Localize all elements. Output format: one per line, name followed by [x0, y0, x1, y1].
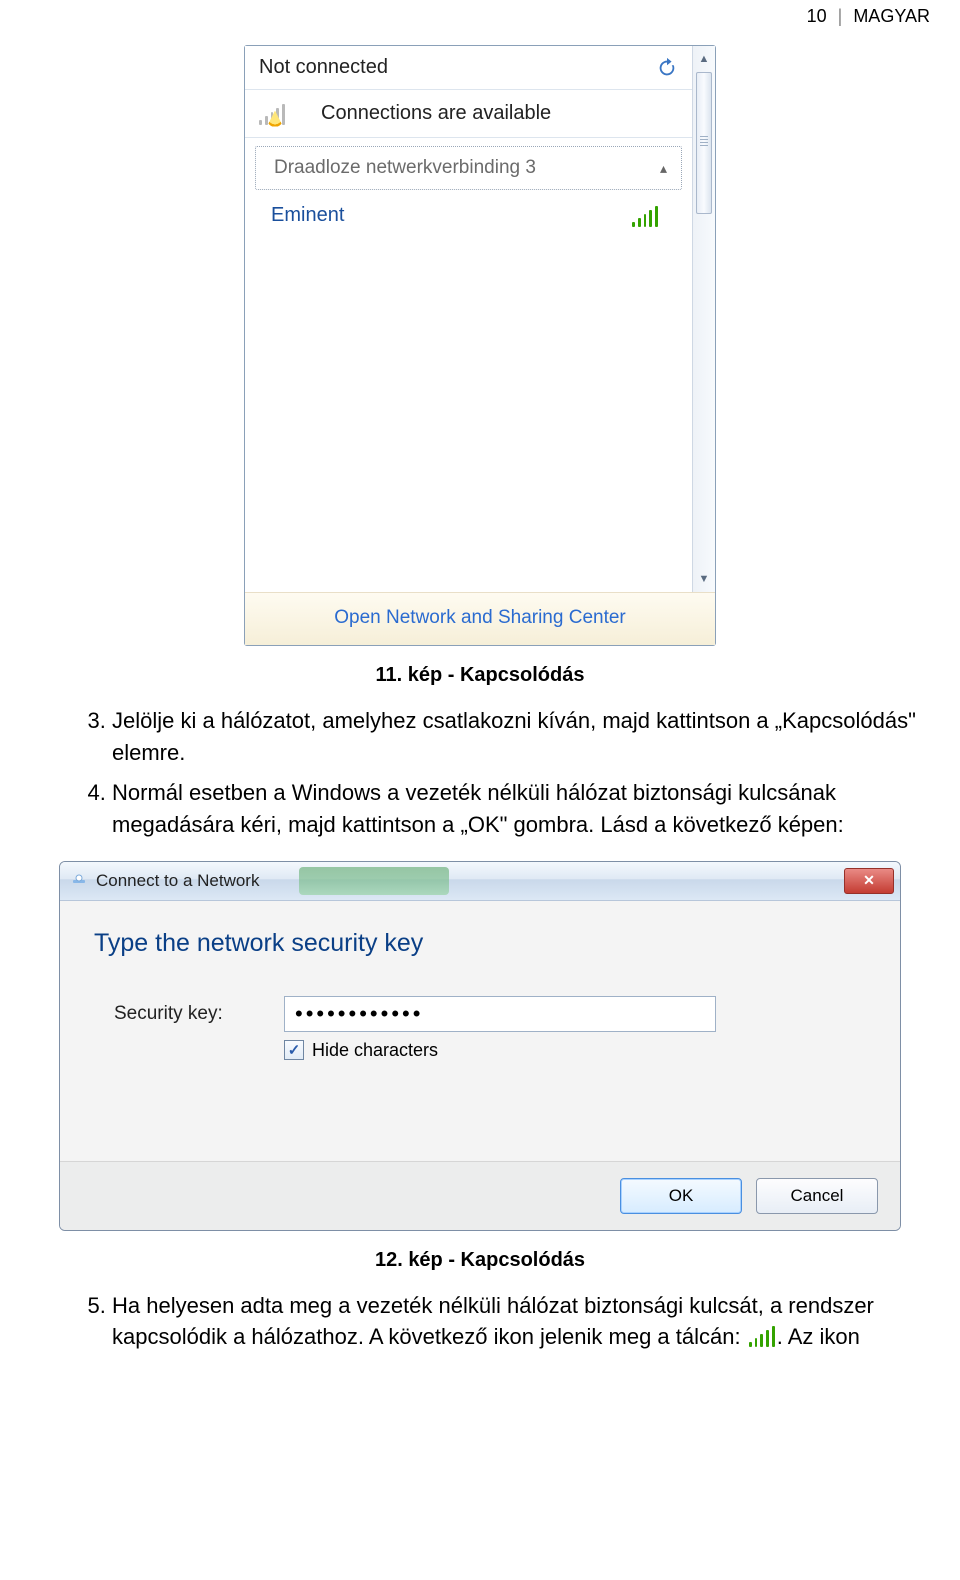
body-text-a: Jelölje ki a hálózatot, amelyhez csatlak…: [60, 705, 920, 841]
step-4: Normál esetben a Windows a vezeték nélkü…: [112, 777, 920, 841]
not-connected-row: Not connected: [245, 46, 692, 90]
wifi-item-eminent[interactable]: Eminent: [245, 196, 692, 237]
step-3: Jelölje ki a hálózatot, amelyhez csatlak…: [112, 705, 920, 769]
figure11-caption: 11. kép - Kapcsolódás: [0, 664, 960, 687]
figure12-caption: 12. kép - Kapcsolódás: [0, 1249, 960, 1272]
not-connected-label: Not connected: [259, 56, 388, 79]
dialog-icon: [70, 872, 88, 890]
page-number: 10: [807, 6, 827, 26]
signal-strong-icon: [632, 205, 658, 227]
close-icon: ✕: [863, 872, 875, 889]
open-network-center-link[interactable]: Open Network and Sharing Center: [334, 607, 626, 628]
cancel-button[interactable]: Cancel: [756, 1178, 878, 1214]
connections-available-row: Connections are available: [245, 90, 692, 138]
wifi-ssid: Eminent: [271, 204, 344, 227]
dialog-title: Connect to a Network: [96, 871, 259, 891]
refresh-icon[interactable]: [656, 57, 678, 79]
scroll-thumb[interactable]: [696, 72, 712, 214]
step-5: Ha helyesen adta meg a vezeték nélküli h…: [112, 1290, 920, 1354]
step-5-post: . Az ikon: [777, 1324, 860, 1349]
security-key-input[interactable]: ••••••••••••: [284, 996, 716, 1032]
dialog-titlebar[interactable]: Connect to a Network ✕: [60, 862, 900, 901]
dialog-footer: OK Cancel: [60, 1161, 900, 1230]
security-key-value: ••••••••••••: [295, 1001, 423, 1027]
dialog-heading: Type the network security key: [94, 929, 866, 958]
close-button[interactable]: ✕: [844, 868, 894, 894]
security-key-label: Security key:: [94, 1003, 284, 1025]
chevron-up-icon: ▴: [660, 160, 667, 177]
scroll-down-icon[interactable]: ▼: [693, 568, 715, 590]
aero-glass-blur: [299, 867, 449, 895]
signal-warning-icon: [259, 103, 285, 125]
ok-button-label: OK: [669, 1186, 694, 1206]
page-language: MAGYAR: [853, 6, 930, 26]
page-header: 10 | MAGYAR: [0, 0, 960, 27]
adapter-section[interactable]: Draadloze netwerkverbinding 3 ▴: [255, 146, 682, 190]
hide-characters-row[interactable]: ✓ Hide characters: [284, 1040, 866, 1061]
hide-characters-label: Hide characters: [312, 1040, 438, 1061]
ok-button[interactable]: OK: [620, 1178, 742, 1214]
cancel-button-label: Cancel: [791, 1186, 844, 1206]
network-flyout: Not connected Connections are available …: [244, 45, 716, 646]
scrollbar[interactable]: ▲ ▼: [693, 46, 715, 592]
hide-characters-checkbox[interactable]: ✓: [284, 1040, 304, 1060]
scroll-up-icon[interactable]: ▲: [693, 48, 715, 70]
adapter-label: Draadloze netwerkverbinding 3: [274, 157, 536, 179]
tray-signal-icon: [749, 1325, 775, 1347]
connections-available-label: Connections are available: [321, 102, 551, 125]
flyout-footer: Open Network and Sharing Center: [245, 592, 715, 645]
security-key-dialog: Connect to a Network ✕ Type the network …: [59, 861, 901, 1231]
body-text-b: Ha helyesen adta meg a vezeték nélküli h…: [60, 1290, 920, 1354]
